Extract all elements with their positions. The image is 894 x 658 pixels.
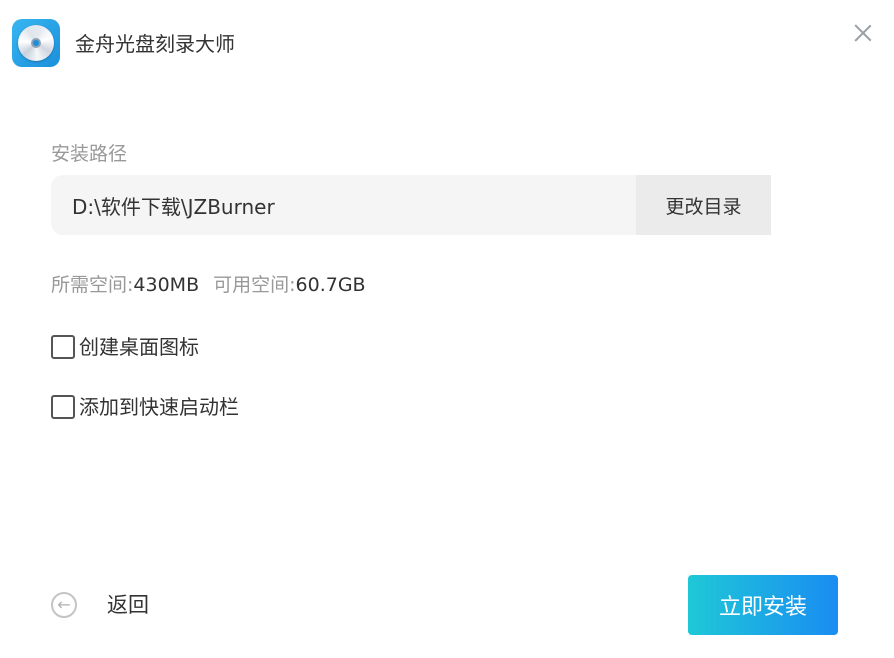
quick-launch-checkbox[interactable]	[51, 395, 75, 419]
app-title: 金舟光盘刻录大师	[75, 32, 235, 56]
available-space-label: 可用空间:	[213, 274, 296, 296]
disc-hole	[31, 38, 41, 48]
install-path-box: 更改目录	[51, 175, 771, 235]
back-button[interactable]: ← 返回	[51, 592, 149, 618]
back-arrow-icon: ←	[51, 592, 77, 618]
required-space-value: 430MB	[133, 274, 200, 296]
available-space-value: 60.7GB	[295, 274, 366, 296]
install-now-button[interactable]: 立即安装	[688, 575, 838, 635]
required-space-label: 所需空间:	[51, 274, 134, 296]
install-path-label: 安装路径	[51, 143, 128, 165]
quick-launch-label: 添加到快速启动栏	[79, 395, 239, 419]
disk-space-info: 所需空间:430MB 可用空间:60.7GB	[51, 273, 366, 297]
quick-launch-option[interactable]: 添加到快速启动栏	[51, 395, 239, 419]
disc-shape	[18, 25, 54, 61]
desktop-shortcut-label: 创建桌面图标	[79, 335, 199, 359]
back-label: 返回	[107, 593, 149, 617]
change-directory-button[interactable]: 更改目录	[636, 175, 771, 235]
desktop-shortcut-checkbox[interactable]	[51, 335, 75, 359]
disc-icon	[12, 19, 60, 67]
desktop-shortcut-option[interactable]: 创建桌面图标	[51, 335, 199, 359]
install-path-input[interactable]	[51, 175, 636, 235]
close-icon[interactable]	[852, 22, 874, 44]
